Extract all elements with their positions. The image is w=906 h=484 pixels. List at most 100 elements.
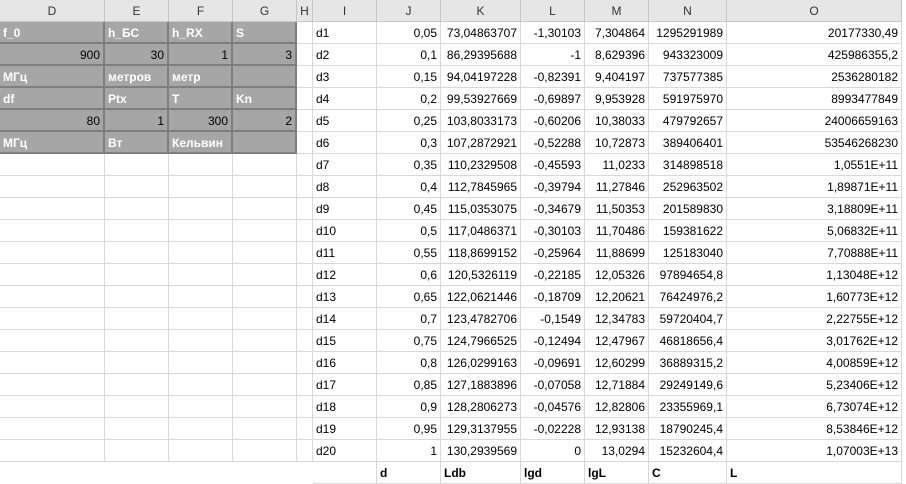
data-cell[interactable]: 11,27846 [585,176,649,198]
data-cell[interactable]: 123,4782706 [441,308,521,330]
param-cell[interactable]: МГц [0,66,105,88]
empty-cell[interactable] [0,330,105,352]
row-label[interactable]: d2 [313,44,377,66]
empty-cell[interactable] [0,242,105,264]
data-cell[interactable]: 8,53846E+12 [727,418,902,440]
empty-cell[interactable] [105,352,169,374]
data-cell[interactable]: 8,629396 [585,44,649,66]
empty-cell[interactable] [297,198,313,220]
data-cell[interactable]: 18790245,4 [649,418,727,440]
empty-cell[interactable] [0,154,105,176]
empty-cell[interactable] [169,242,233,264]
data-cell[interactable]: 0,35 [377,154,441,176]
empty-cell[interactable] [169,330,233,352]
data-cell[interactable]: 1,60773E+12 [727,286,902,308]
param-cell[interactable]: Kn [233,88,297,110]
empty-cell[interactable] [0,286,105,308]
data-cell[interactable]: 9,953928 [585,88,649,110]
empty-cell[interactable] [233,154,297,176]
row-label[interactable]: d14 [313,308,377,330]
param-cell[interactable]: 30 [105,44,169,66]
param-cell[interactable]: S [233,22,297,44]
empty-cell[interactable] [233,352,297,374]
data-cell[interactable]: 252963502 [649,176,727,198]
empty-cell[interactable] [297,286,313,308]
data-cell[interactable]: 128,2806273 [441,396,521,418]
row-label[interactable]: d16 [313,352,377,374]
column-header-i[interactable]: I [313,0,377,22]
empty-cell[interactable] [169,308,233,330]
data-cell[interactable]: -0,69897 [521,88,585,110]
column-header-n[interactable]: N [649,0,727,22]
column-header-m[interactable]: M [585,0,649,22]
empty-cell[interactable] [297,264,313,286]
data-cell[interactable]: 112,7845965 [441,176,521,198]
empty-cell[interactable] [169,264,233,286]
empty-cell[interactable] [297,154,313,176]
data-cell[interactable]: 15232604,4 [649,440,727,462]
data-cell[interactable]: -0,45593 [521,154,585,176]
empty-cell[interactable] [0,176,105,198]
data-cell[interactable]: 59720404,7 [649,308,727,330]
data-cell[interactable]: -0,02228 [521,418,585,440]
data-cell[interactable]: 125183040 [649,242,727,264]
empty-cell[interactable] [169,176,233,198]
empty-cell[interactable] [233,242,297,264]
empty-cell[interactable] [233,396,297,418]
empty-cell[interactable] [297,110,313,132]
data-cell[interactable]: 23355969,1 [649,396,727,418]
empty-cell[interactable] [105,198,169,220]
empty-cell[interactable] [0,352,105,374]
row-label[interactable]: d10 [313,220,377,242]
param-cell[interactable]: 300 [169,110,233,132]
data-cell[interactable]: 8993477849 [727,88,902,110]
empty-cell[interactable] [169,374,233,396]
data-cell[interactable]: -0,34679 [521,198,585,220]
empty-cell[interactable] [297,440,313,462]
param-cell[interactable]: 1 [105,110,169,132]
data-cell[interactable]: 425986355,2 [727,44,902,66]
empty-cell[interactable] [297,352,313,374]
data-cell[interactable]: 0,6 [377,264,441,286]
data-cell[interactable]: -0,22185 [521,264,585,286]
data-cell[interactable]: -0,30103 [521,220,585,242]
column-header-j[interactable]: J [377,0,441,22]
data-cell[interactable]: 201589830 [649,198,727,220]
data-cell[interactable]: 0,75 [377,330,441,352]
empty-cell[interactable] [0,198,105,220]
row-label[interactable]: d3 [313,66,377,88]
column-header-d[interactable]: D [0,0,105,22]
data-cell[interactable]: 1295291989 [649,22,727,44]
row-label[interactable]: d7 [313,154,377,176]
data-cell[interactable]: 0,05 [377,22,441,44]
data-cell[interactable]: 115,0353075 [441,198,521,220]
data-cell[interactable]: 389406401 [649,132,727,154]
data-cell[interactable]: 0,7 [377,308,441,330]
param-cell[interactable]: 1 [169,44,233,66]
param-cell[interactable]: 900 [0,44,105,66]
data-cell[interactable]: -0,18709 [521,286,585,308]
row-label[interactable]: d12 [313,264,377,286]
footer-label[interactable]: lgL [585,462,649,484]
footer-label[interactable]: Ldb [441,462,521,484]
data-cell[interactable]: 2,22755E+12 [727,308,902,330]
data-cell[interactable]: 107,2872921 [441,132,521,154]
column-header-o[interactable]: O [727,0,902,22]
data-cell[interactable]: 1,13048E+12 [727,264,902,286]
data-cell[interactable]: 1,89871E+11 [727,176,902,198]
data-cell[interactable]: 12,82806 [585,396,649,418]
empty-cell[interactable] [297,396,313,418]
empty-cell[interactable] [0,220,105,242]
data-cell[interactable]: 11,88699 [585,242,649,264]
data-cell[interactable]: 0,15 [377,66,441,88]
column-header-k[interactable]: K [441,0,521,22]
data-cell[interactable]: 12,60299 [585,352,649,374]
param-cell[interactable] [233,66,297,88]
column-header-g[interactable]: G [233,0,297,22]
data-cell[interactable]: 103,8033173 [441,110,521,132]
empty-cell[interactable] [233,440,297,462]
data-cell[interactable]: 0,4 [377,176,441,198]
data-cell[interactable]: 314898518 [649,154,727,176]
data-cell[interactable]: 3,18809E+11 [727,198,902,220]
data-cell[interactable]: 12,47967 [585,330,649,352]
